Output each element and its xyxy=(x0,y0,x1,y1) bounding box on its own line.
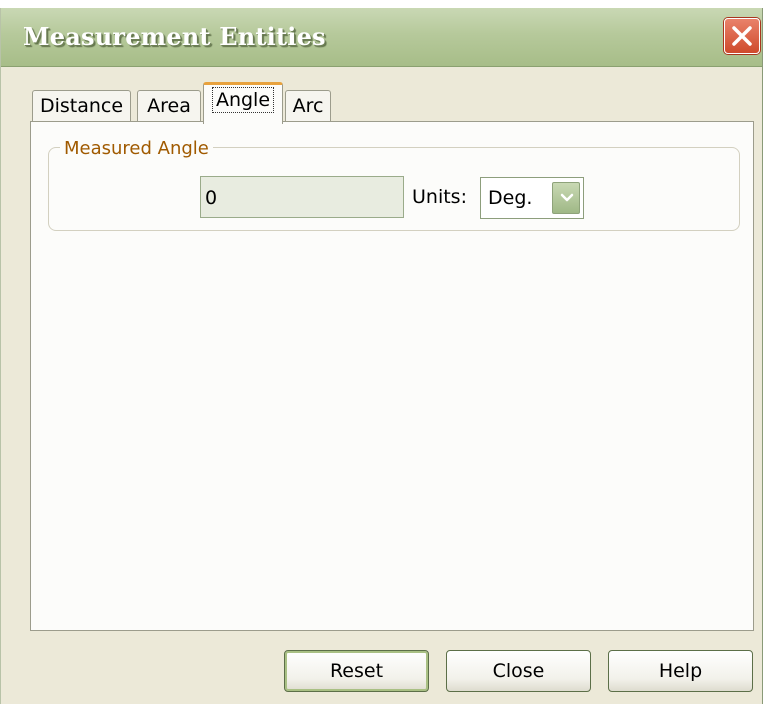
tab-area[interactable]: Area xyxy=(137,90,201,122)
tab-label: Distance xyxy=(39,95,124,117)
chevron-down-icon xyxy=(560,193,574,202)
tab-label: Area xyxy=(147,95,191,117)
units-select[interactable]: Deg. xyxy=(480,177,584,219)
tab-label: Arc xyxy=(292,95,324,117)
tab-label: Angle xyxy=(211,87,275,113)
reset-button[interactable]: Reset xyxy=(284,650,429,692)
tab-distance[interactable]: Distance xyxy=(32,90,131,122)
units-selected-value: Deg. xyxy=(488,187,533,209)
units-dropdown-button[interactable] xyxy=(552,182,580,214)
close-button[interactable]: Close xyxy=(446,650,591,692)
title-bar[interactable]: Measurement Entities xyxy=(1,8,762,67)
tab-arc[interactable]: Arc xyxy=(285,90,331,122)
tab-angle[interactable]: Angle xyxy=(203,82,283,124)
units-label: Units: xyxy=(412,186,467,208)
help-button[interactable]: Help xyxy=(608,650,753,692)
angle-value-field[interactable]: 0 xyxy=(200,176,404,218)
close-window-button[interactable] xyxy=(724,18,760,54)
window-title: Measurement Entities xyxy=(23,22,326,51)
close-icon xyxy=(732,26,752,46)
measured-angle-group-label: Measured Angle xyxy=(60,138,213,159)
